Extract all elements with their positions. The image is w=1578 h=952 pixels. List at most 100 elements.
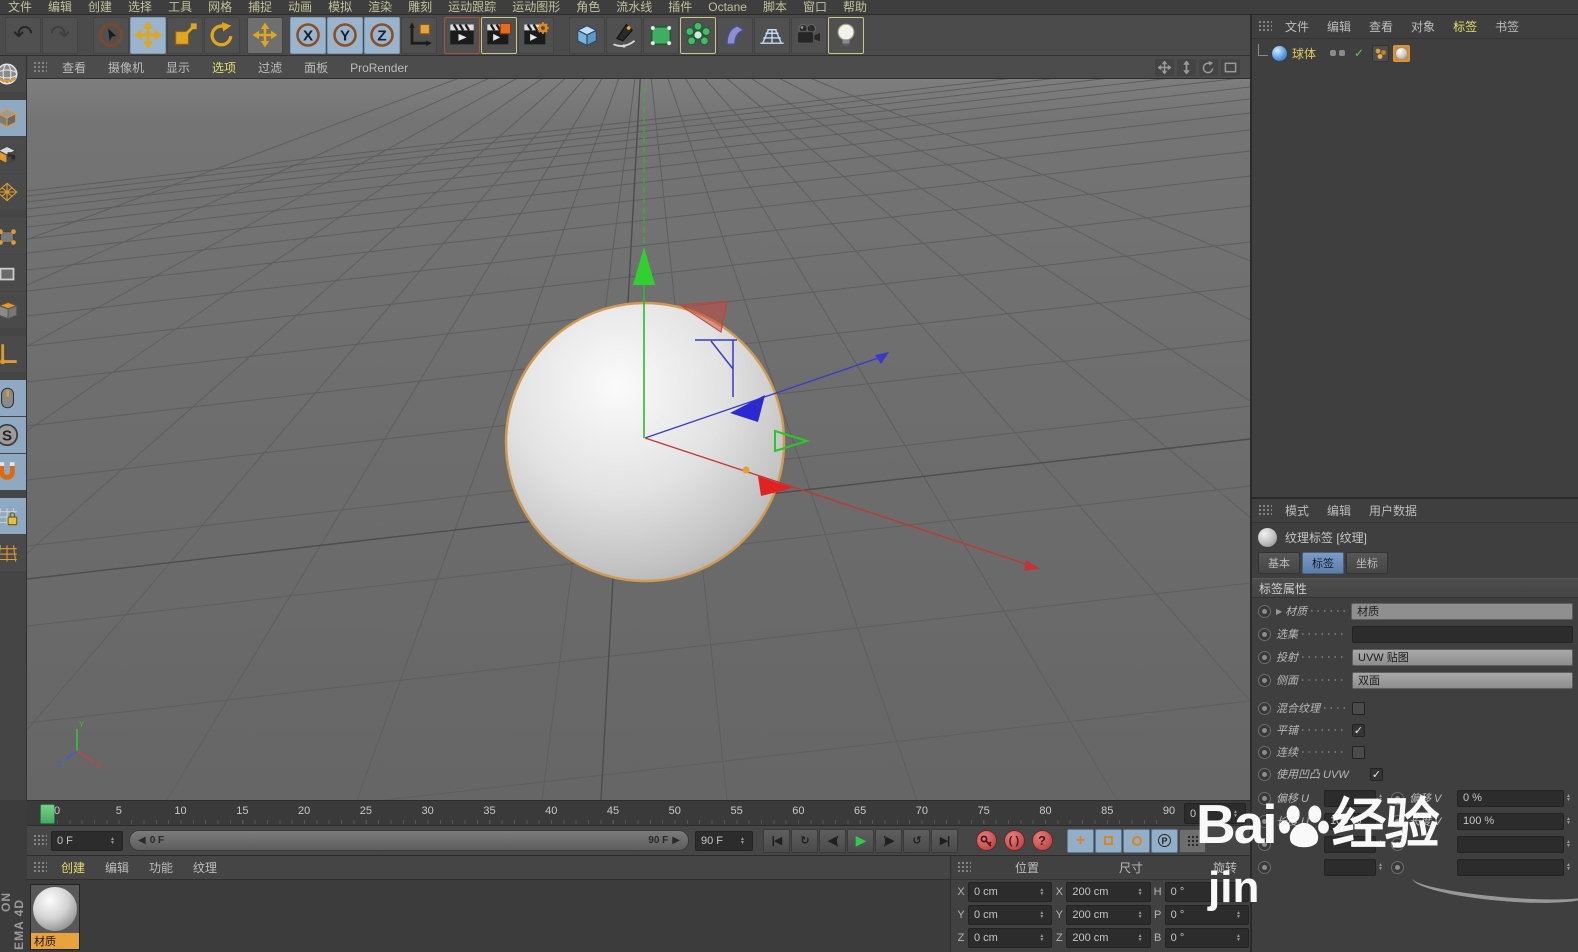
projection-dropdown[interactable]: UVW 贴图 xyxy=(1352,649,1573,666)
panel-grip-icon[interactable] xyxy=(957,861,971,874)
key-radio-icon[interactable] xyxy=(1258,628,1271,641)
scale-tool-icon[interactable] xyxy=(167,17,203,54)
object-menu-对象[interactable]: 对象 xyxy=(1402,20,1444,34)
menu-编辑[interactable]: 编辑 xyxy=(40,0,80,15)
selection-field[interactable] xyxy=(1352,626,1573,643)
viewport-menu-ProRender[interactable]: ProRender xyxy=(339,61,419,75)
current-frame-field[interactable]: 0 F ▲▼ xyxy=(51,831,123,851)
coord-field-旋转-P[interactable]: 0 °▲▼ xyxy=(1165,905,1249,925)
object-row-sphere[interactable]: 球体 ✓ xyxy=(1256,43,1414,63)
snap-s-icon[interactable]: S xyxy=(0,417,26,453)
menu-帮助[interactable]: 帮助 xyxy=(835,0,875,15)
menu-脚本[interactable]: 脚本 xyxy=(755,0,795,15)
menu-模拟[interactable]: 模拟 xyxy=(320,0,360,15)
offset-u-field[interactable] xyxy=(1324,790,1376,807)
next-frame-icon[interactable]: )▶ xyxy=(875,829,902,853)
coordinate-system-icon[interactable] xyxy=(401,17,437,54)
material-menu-创建[interactable]: 创建 xyxy=(51,861,95,875)
material-menu-编辑[interactable]: 编辑 xyxy=(95,861,139,875)
object-menu-编辑[interactable]: 编辑 xyxy=(1318,20,1360,34)
visibility-editor-dot[interactable] xyxy=(1330,50,1336,56)
attribute-menu-编辑[interactable]: 编辑 xyxy=(1318,504,1360,518)
seamless-checkbox[interactable] xyxy=(1352,746,1365,759)
axis-mode-icon[interactable] xyxy=(0,336,26,372)
menu-角色[interactable]: 角色 xyxy=(568,0,608,15)
viewport[interactable]: Y X Z xyxy=(27,79,1250,800)
key-rotation-icon[interactable] xyxy=(1123,829,1150,853)
menu-选择[interactable]: 选择 xyxy=(120,0,160,15)
points-mode-icon[interactable] xyxy=(0,218,26,254)
render-settings-icon[interactable] xyxy=(518,17,554,54)
coord-field-位置-Y[interactable]: 0 cm▲▼ xyxy=(968,905,1052,925)
material-thumbnail[interactable]: 材质 xyxy=(30,884,80,950)
last-used-tool-move-icon[interactable] xyxy=(247,17,283,54)
key-radio-icon[interactable] xyxy=(1391,838,1404,851)
autokey-icon[interactable]: ( ) xyxy=(1001,829,1027,853)
panel-grip-icon[interactable] xyxy=(1258,20,1272,33)
goto-start-icon[interactable]: |◀ xyxy=(763,829,790,853)
side-dropdown[interactable]: 双面 xyxy=(1352,672,1573,689)
viewport-menu-摄像机[interactable]: 摄像机 xyxy=(97,61,155,75)
cube-primitive-icon[interactable] xyxy=(569,17,605,54)
lock-axis-x-icon[interactable]: X xyxy=(290,17,326,54)
material-menu-纹理[interactable]: 纹理 xyxy=(183,861,227,875)
object-name[interactable]: 球体 xyxy=(1292,45,1316,62)
material-menu-功能[interactable]: 功能 xyxy=(139,861,183,875)
menu-动画[interactable]: 动画 xyxy=(280,0,320,15)
key-radio-icon[interactable] xyxy=(1258,702,1271,715)
material-link-field[interactable]: 材质 xyxy=(1351,603,1573,620)
visibility-render-dot[interactable] xyxy=(1339,50,1345,56)
key-radio-icon[interactable] xyxy=(1391,815,1404,828)
key-radio-icon[interactable] xyxy=(1391,861,1404,874)
key-radio-icon[interactable] xyxy=(1258,651,1271,664)
model-mode-icon[interactable] xyxy=(0,100,26,136)
sphere-object[interactable] xyxy=(506,303,784,581)
menu-文件[interactable]: 文件 xyxy=(0,0,40,15)
record-keyframe-icon[interactable] xyxy=(973,829,999,853)
menu-插件[interactable]: 插件 xyxy=(660,0,700,15)
key-position-icon[interactable]: + xyxy=(1067,829,1094,853)
viewport-solo-icon[interactable] xyxy=(0,380,26,416)
floor-object-icon[interactable] xyxy=(754,17,790,54)
menu-流水线[interactable]: 流水线 xyxy=(608,0,660,15)
viewport-menu-面板[interactable]: 面板 xyxy=(293,61,339,75)
panel-grip-icon[interactable] xyxy=(1258,504,1272,517)
timeline-ruler[interactable]: 051015202530354045505560657075808590 0 F… xyxy=(27,800,1250,826)
render-view-icon[interactable] xyxy=(444,17,480,54)
workplane-mode-icon[interactable] xyxy=(0,174,26,210)
viewport-menu-选项[interactable]: 选项 xyxy=(201,61,247,75)
pen-spline-icon[interactable] xyxy=(606,17,642,54)
key-radio-icon[interactable] xyxy=(1258,838,1271,851)
previous-frame-icon[interactable]: ◀( xyxy=(819,829,846,853)
expand-arrow-icon[interactable]: ▶ xyxy=(1276,607,1282,616)
key-radio-icon[interactable] xyxy=(1391,792,1404,805)
key-parameter-icon[interactable]: P xyxy=(1151,829,1178,853)
zoom-icon[interactable] xyxy=(1177,59,1196,76)
key-radio-icon[interactable] xyxy=(1258,792,1271,805)
length-u-field[interactable]: 100 % xyxy=(1324,813,1376,830)
play-icon[interactable]: ▶ xyxy=(847,829,874,853)
menu-工具[interactable]: 工具 xyxy=(160,0,200,15)
texture-mode-icon[interactable] xyxy=(0,137,26,173)
loop-icon[interactable]: ↻ xyxy=(791,829,818,853)
key-radio-icon[interactable] xyxy=(1258,724,1271,737)
key-radio-icon[interactable] xyxy=(1258,746,1271,759)
key-radio-icon[interactable] xyxy=(1258,815,1271,828)
key-radio-icon[interactable] xyxy=(1258,674,1271,687)
bend-deformer-icon[interactable] xyxy=(717,17,753,54)
pan-icon[interactable] xyxy=(1155,59,1174,76)
lock-axis-z-icon[interactable]: Z xyxy=(364,17,400,54)
tile-checkbox[interactable]: ✓ xyxy=(1352,724,1365,737)
panel-grip-icon[interactable] xyxy=(33,834,47,847)
goto-end-icon[interactable]: ▶| xyxy=(931,829,958,853)
live-selection-icon[interactable] xyxy=(93,17,129,54)
attribute-menu-用户数据[interactable]: 用户数据 xyxy=(1360,504,1426,518)
mograph-cloner-icon[interactable] xyxy=(680,17,716,54)
light-object-icon[interactable] xyxy=(828,17,864,54)
camera-object-icon[interactable] xyxy=(791,17,827,54)
object-menu-查看[interactable]: 查看 xyxy=(1360,20,1402,34)
bump-uvw-checkbox[interactable]: ✓ xyxy=(1370,768,1383,781)
menu-Octane[interactable]: Octane xyxy=(700,0,755,15)
viewport-menu-查看[interactable]: 查看 xyxy=(51,61,97,75)
texture-tag-icon[interactable] xyxy=(1393,45,1410,62)
